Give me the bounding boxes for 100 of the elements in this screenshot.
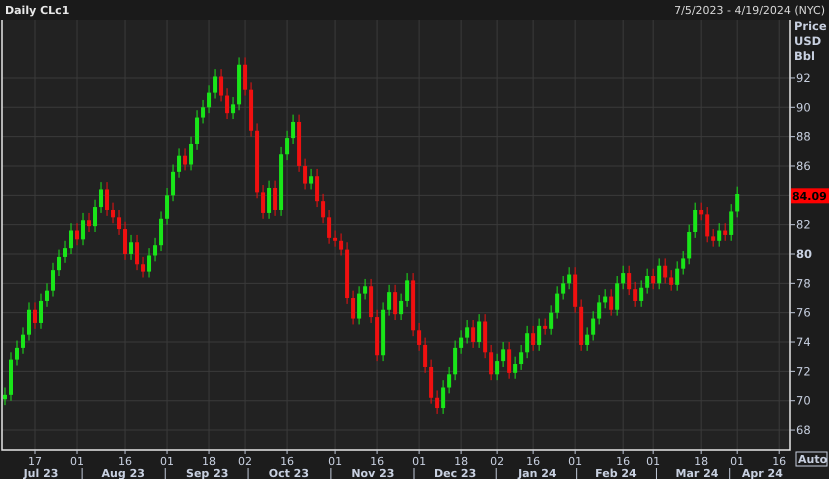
candle [513,356,518,380]
candle [579,298,584,352]
month-label: Jan 24 [518,467,557,479]
axis-label: 16 [280,455,294,468]
axis-label: 74 [796,335,811,350]
candle [51,262,56,298]
candle [567,266,572,290]
candle [297,114,302,172]
candle [189,136,194,171]
candle [327,209,332,244]
axis-label: 01 [730,455,744,468]
candle [339,232,344,256]
candle [45,282,49,308]
candle [177,148,182,178]
candle [381,302,386,362]
candle [249,82,254,138]
candle [93,199,98,232]
candle [663,258,668,284]
month-label: Feb 24 [595,467,637,479]
axis-label: 16 [772,455,786,468]
candle [153,237,158,262]
candle [411,272,416,337]
auto-scale-button[interactable]: Auto [796,452,828,466]
axis-label: 80 [796,247,812,261]
candle [465,320,470,344]
axis-label: 86 [796,158,811,173]
candle [375,309,380,362]
candle [75,222,80,246]
candle [555,286,560,320]
candle [87,212,92,232]
candle [201,99,206,124]
axis-label: 68 [796,423,811,438]
axis-label: 01 [412,455,426,468]
candle [333,230,338,248]
month-label: Sep 23 [186,467,228,479]
axis-label: 01 [328,455,342,468]
candle [207,84,212,114]
axis-label: 18 [202,455,216,468]
candle [531,325,536,352]
candle [441,380,446,414]
candle [627,265,632,296]
candle [525,325,530,359]
axis-label: 18 [694,455,708,468]
candle [687,224,692,265]
axis-label: 70 [796,394,811,408]
candle [597,294,602,325]
candle [543,318,548,336]
candle [261,184,266,220]
axis-label: 02 [238,455,252,468]
candle [273,180,278,216]
candle [645,268,650,294]
candle [33,302,37,330]
candle [705,206,710,243]
candle [489,344,494,381]
candle [159,210,164,252]
candle [369,278,374,324]
candle [723,222,728,242]
candle [387,284,392,316]
candle [609,288,614,316]
candle [231,96,236,120]
candle [429,359,434,404]
candle [693,202,698,238]
candle [501,342,506,368]
candle [123,221,128,260]
candle [405,272,410,308]
candle [357,286,362,325]
candle [615,276,620,316]
candle [213,68,218,99]
candle [735,186,740,218]
candle [129,234,134,260]
candle [423,337,428,374]
axis-label: 02 [490,455,504,468]
candle [237,56,242,111]
month-label: Mar 24 [676,467,718,479]
axis-label: 16 [370,455,384,468]
candle [99,182,104,214]
date-range: 7/5/2023 - 4/19/2024 (NYC) [674,4,825,16]
candle [147,248,152,278]
candle [3,387,7,406]
month-label: Aug 23 [102,467,145,479]
candle [117,209,122,236]
candle [435,390,440,414]
candle [63,240,68,264]
candle [477,314,482,348]
candle [633,281,638,308]
candle [621,265,626,290]
candle [39,293,43,330]
candle [69,222,74,254]
axis-label: 78 [796,276,811,290]
axis-label: 82 [796,218,811,232]
candle [291,114,296,144]
candle [573,266,578,314]
axis-label: 16 [526,455,540,468]
candle [393,284,398,321]
candle [591,310,596,342]
axis-label: 18 [454,455,468,468]
candle [453,340,458,381]
candle [447,366,452,394]
candle [417,322,422,352]
candle [351,290,356,325]
